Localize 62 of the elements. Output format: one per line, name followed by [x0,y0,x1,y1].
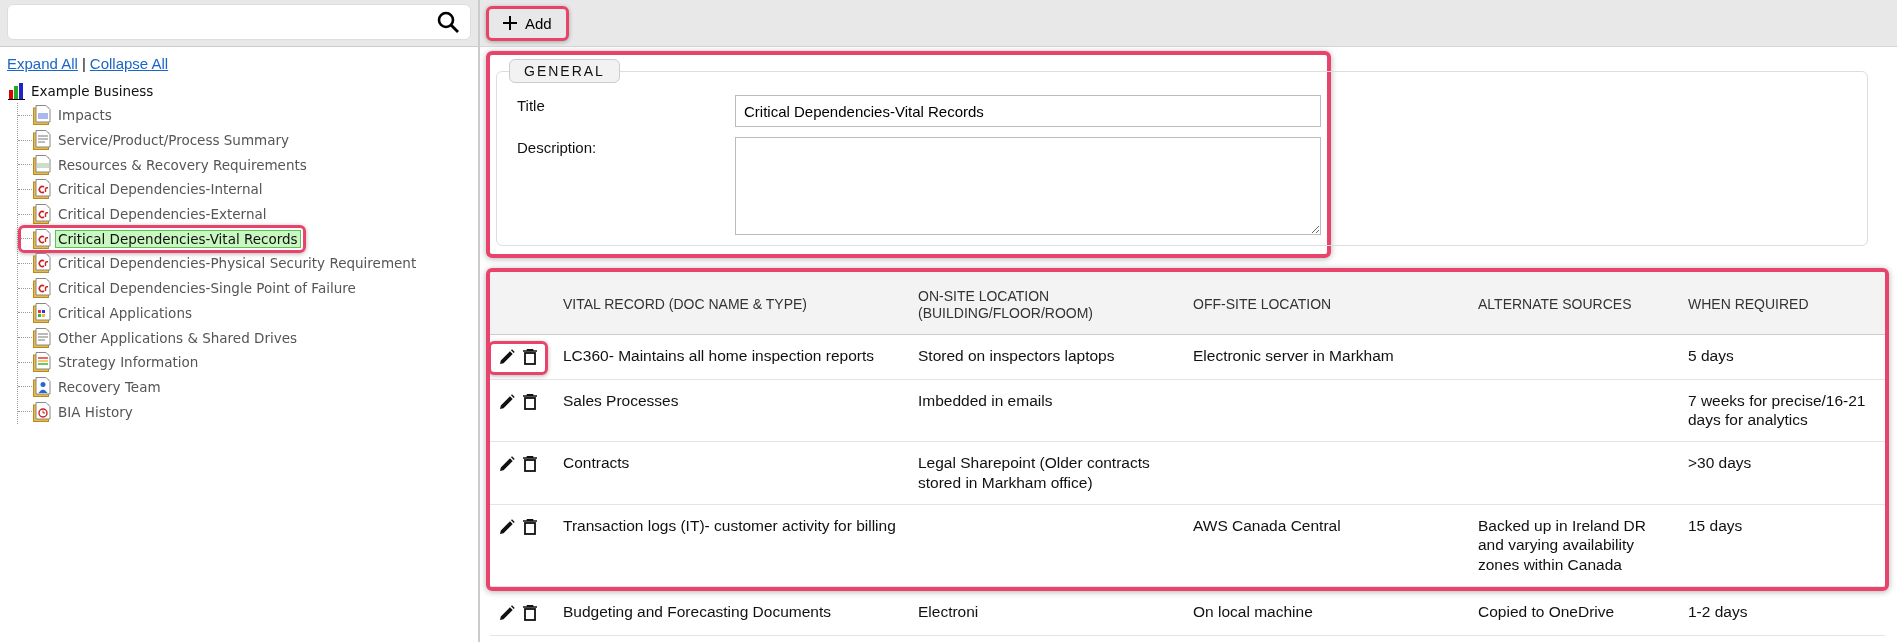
document-icon [33,105,51,126]
search-icon[interactable] [436,10,460,34]
trash-icon[interactable] [523,519,537,536]
document-icon [33,228,51,249]
table-cell: Electroni [918,603,979,621]
pencil-icon[interactable] [499,348,515,365]
table-cell: On local machine [1193,603,1313,621]
document-icon [33,130,51,151]
table-cell: LC360- Maintains all home inspection reports [563,346,875,364]
column-header: OFF-SITE LOCATION [1193,296,1332,313]
table-cell: Legal Sharepoint (Older contracts stored in Markham office) [918,454,1150,491]
table-cell: Transaction logs (IT)- customer activity for billing [563,517,896,535]
document-icon [33,278,51,299]
search-field[interactable] [7,4,471,40]
column-header: WHEN REQUIRED [1688,296,1809,313]
field-label: Description: [517,138,598,158]
trash-icon[interactable] [523,456,537,473]
document-icon [33,302,51,323]
document-icon [33,204,51,225]
document-icon [33,253,51,274]
trash-icon[interactable] [523,393,537,410]
table-cell: >30 days [1688,454,1752,472]
document-icon [33,179,51,200]
column-header: VITAL RECORD (DOC NAME & TYPE) [563,296,807,313]
trash-icon[interactable] [523,605,537,622]
table-cell: Imbedded in emails [918,391,1053,409]
pencil-icon[interactable] [499,456,515,473]
link-separator: | [81,55,86,72]
pencil-icon[interactable] [499,519,515,536]
pencil-icon[interactable] [499,605,515,622]
title-field[interactable]: Critical Dependencies-Vital Records [735,95,1321,127]
table-cell: 7 weeks for precise/16-21 days for analytics [1688,391,1866,428]
trash-icon[interactable] [523,348,537,365]
tree-item[interactable]: Critical Dependencies-Vital Records [18,224,306,253]
document-icon [33,154,51,175]
table-cell: Copied to OneDrive [1478,603,1615,621]
tree-root-label[interactable]: Example Business [31,83,154,99]
document-icon [33,327,51,348]
add-button[interactable]: Add [486,5,569,41]
table-cell: Sales Processes [563,391,679,409]
table-cell: 5 days [1688,346,1734,364]
table-cell: Stored on inspectors laptops [918,346,1115,364]
table-cell: 1-2 days [1688,603,1748,621]
bar-chart-icon [8,82,26,100]
table-cell: Contracts [563,454,630,472]
column-header: ALTERNATE SOURCES [1478,296,1632,313]
section-legend: GENERAL [509,59,620,83]
table-cell: Electronic server in Markham [1193,346,1394,364]
document-icon [33,401,51,422]
document-icon [33,376,51,397]
collapse-all-link[interactable]: Collapse All [89,55,169,72]
table-cell: Budgeting and Forecasting Documents [563,603,831,621]
field-label: Title [517,96,546,116]
table-cell: Backed up in Ireland DR and varying availability zones within Canada [1478,517,1646,573]
expand-all-link[interactable]: Expand All [7,55,78,72]
pencil-icon[interactable] [499,393,515,410]
plus-icon [503,16,517,30]
column-header: ON-SITE LOCATION (BUILDING/FLOOR/ROOM) [918,288,1093,321]
table-cell: AWS Canada Central [1193,517,1341,535]
description-field[interactable] [735,137,1321,235]
table-cell: 15 days [1688,517,1743,535]
document-icon [33,352,51,373]
